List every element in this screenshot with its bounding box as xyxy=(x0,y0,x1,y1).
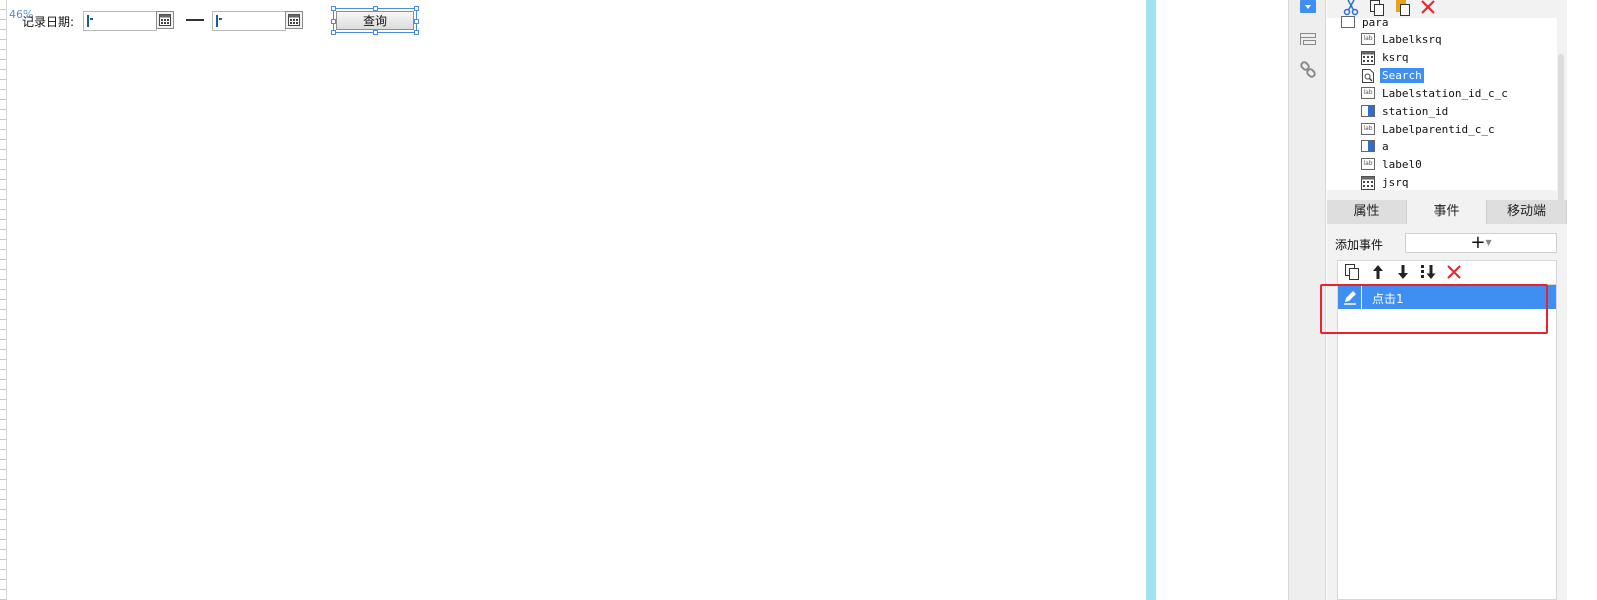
resize-handle[interactable] xyxy=(331,30,336,35)
start-date-calendar-icon[interactable] xyxy=(156,11,174,29)
chevron-down-icon: ▼ xyxy=(1485,238,1492,247)
query-button[interactable]: 查询 xyxy=(336,11,414,30)
tree-item[interactable]: jsrq xyxy=(1361,173,1411,191)
record-date-label: 记录日期: xyxy=(22,15,75,29)
end-date-calendar-icon[interactable] xyxy=(285,11,303,29)
tab-properties[interactable]: 属性 xyxy=(1327,200,1407,224)
combo-widget-icon xyxy=(1361,140,1375,152)
tree-item[interactable]: lab Labelparentid_c_c xyxy=(1361,120,1497,138)
vertical-ruler xyxy=(0,0,7,600)
resize-handle[interactable] xyxy=(331,19,336,24)
move-down-icon[interactable] xyxy=(1395,264,1411,280)
start-date-input[interactable] xyxy=(83,11,157,31)
paste-icon[interactable] xyxy=(1395,0,1411,16)
date-range-dash xyxy=(186,19,204,21)
date-widget-icon xyxy=(1361,176,1375,190)
date-widget-icon xyxy=(1361,51,1375,65)
widget-dropdown-icon[interactable] xyxy=(1299,0,1317,18)
label-widget-icon: lab xyxy=(1361,33,1375,45)
add-event-label: 添加事件 xyxy=(1335,238,1384,252)
label-widget-icon: lab xyxy=(1361,158,1375,170)
tree-item[interactable]: a xyxy=(1361,137,1391,155)
tree-item[interactable]: station_id xyxy=(1361,102,1450,120)
widget-tree[interactable]: para lab Labelksrq ksrq Search lab Labelst… xyxy=(1327,16,1564,204)
layers-icon[interactable] xyxy=(1299,31,1317,49)
resize-handle[interactable] xyxy=(414,19,419,24)
plus-icon: + xyxy=(1470,232,1486,253)
resize-handle[interactable] xyxy=(414,30,419,35)
query-button-selection[interactable]: 查询 xyxy=(331,6,419,35)
resize-handle[interactable] xyxy=(331,6,336,11)
add-event-button[interactable]: +▼ xyxy=(1405,233,1557,253)
tab-mobile[interactable]: 移动端 xyxy=(1487,200,1567,224)
move-to-bottom-icon[interactable] xyxy=(1420,264,1436,280)
design-canvas[interactable]: 46% 记录日期: 查询 xyxy=(0,0,1166,600)
delete-icon[interactable] xyxy=(1420,0,1436,16)
canvas-boundary-bar xyxy=(1146,0,1156,600)
event-toolbar xyxy=(1337,260,1557,284)
delete-event-icon[interactable] xyxy=(1446,264,1462,280)
para-icon xyxy=(1341,16,1355,28)
tree-item[interactable]: ksrq xyxy=(1361,48,1411,66)
tree-item[interactable]: lab Labelstation_id_c_c xyxy=(1361,84,1510,102)
tree-scrollbar[interactable] xyxy=(1558,54,1564,204)
resize-handle[interactable] xyxy=(373,6,378,11)
label-widget-icon: lab xyxy=(1361,123,1375,135)
annotation-highlight-box xyxy=(1320,284,1548,334)
tree-item[interactable]: lab label0 xyxy=(1361,155,1424,173)
label-widget-icon: lab xyxy=(1361,87,1375,99)
resize-handle[interactable] xyxy=(373,30,378,35)
search-widget-icon xyxy=(1361,69,1375,83)
panel-tabs: 属性 事件 移动端 xyxy=(1327,200,1567,224)
link-icon[interactable] xyxy=(1299,61,1317,79)
text-cursor xyxy=(216,15,218,27)
tab-events[interactable]: 事件 xyxy=(1407,200,1487,224)
tree-root[interactable]: para xyxy=(1341,13,1391,31)
tree-item[interactable]: lab Labelksrq xyxy=(1361,30,1444,48)
move-up-icon[interactable] xyxy=(1370,264,1386,280)
end-date-input[interactable] xyxy=(212,11,286,31)
blank-area xyxy=(1156,0,1288,600)
text-cursor xyxy=(87,15,89,27)
copy-event-icon[interactable] xyxy=(1344,264,1360,280)
tree-item-selected[interactable]: Search xyxy=(1361,66,1424,84)
resize-handle[interactable] xyxy=(414,6,419,11)
combo-widget-icon xyxy=(1361,105,1375,117)
